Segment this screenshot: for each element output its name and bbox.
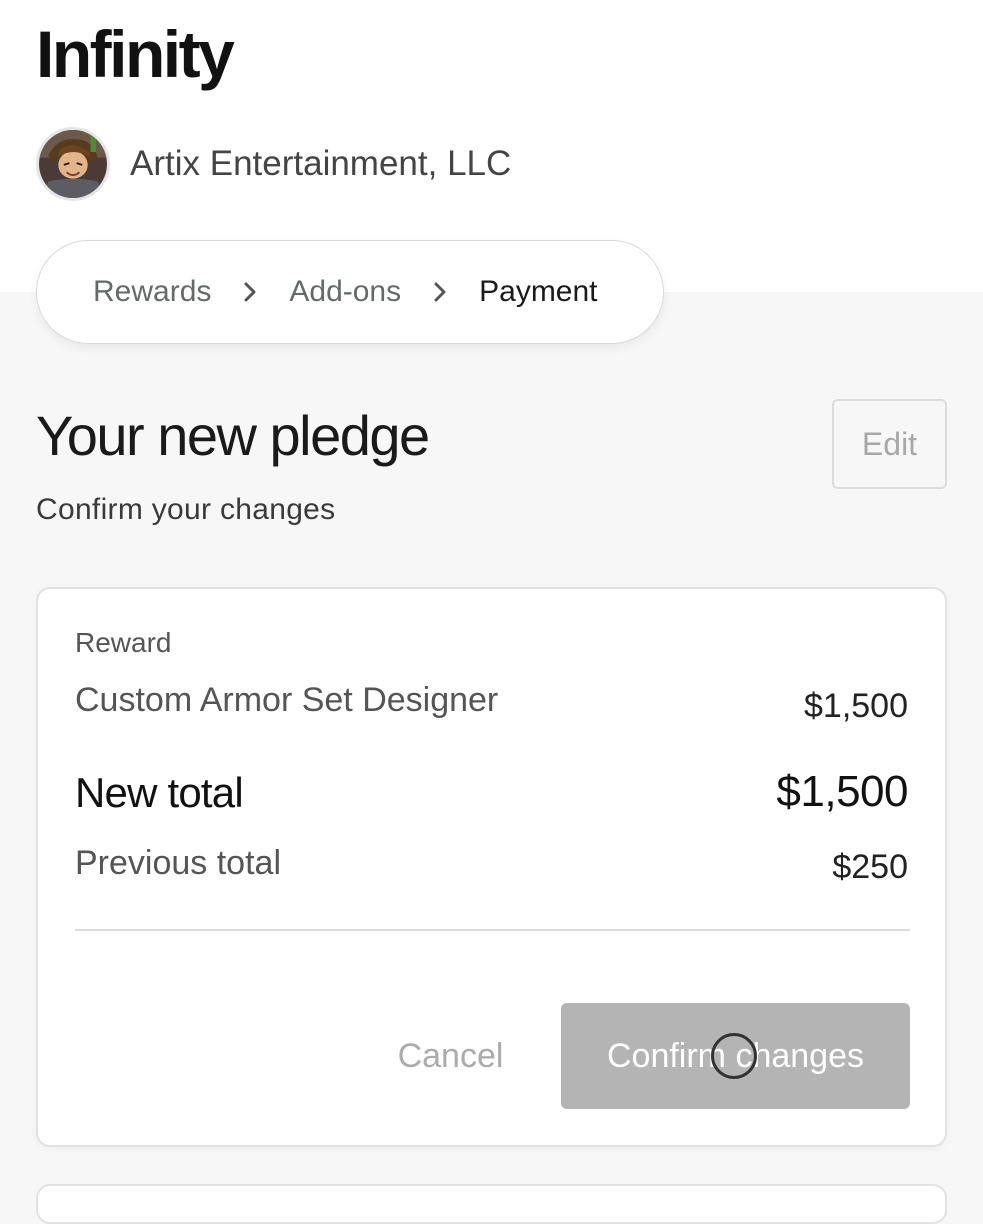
- confirm-changes-label: Confirm changes: [606, 1036, 864, 1075]
- creator-avatar[interactable]: [36, 127, 110, 201]
- creator-name[interactable]: Artix Entertainment, LLC: [130, 144, 511, 184]
- pledge-title: Your new pledge: [36, 404, 430, 467]
- pledge-subtitle: Confirm your changes: [36, 493, 336, 526]
- divider: [75, 929, 910, 931]
- reward-name: Custom Armor Set Designer: [75, 681, 499, 719]
- chevron-right-icon: [241, 281, 259, 303]
- pledge-summary-card: Reward Custom Armor Set Designer $1,500 …: [36, 587, 947, 1147]
- breadcrumb-payment[interactable]: Payment: [479, 275, 597, 309]
- edit-button[interactable]: Edit: [832, 399, 947, 489]
- breadcrumb-add-ons[interactable]: Add-ons: [289, 275, 401, 309]
- next-section-card: [36, 1184, 947, 1224]
- creator-row[interactable]: Artix Entertainment, LLC: [36, 127, 511, 201]
- chevron-right-icon: [431, 281, 449, 303]
- previous-total-value: $250: [832, 848, 908, 886]
- reward-label: Reward: [75, 627, 172, 658]
- new-total-value: $1,500: [776, 767, 908, 816]
- cancel-button[interactable]: Cancel: [368, 1003, 533, 1109]
- confirm-changes-button[interactable]: Confirm changes: [561, 1003, 910, 1109]
- checkout-breadcrumb: Rewards Add-ons Payment: [36, 240, 664, 344]
- breadcrumb-rewards[interactable]: Rewards: [93, 275, 211, 309]
- previous-total-label: Previous total: [75, 844, 281, 882]
- project-header: Infinity Artix Entertainment, LLC: [0, 0, 983, 238]
- avatar-image: [39, 130, 107, 198]
- project-title: Infinity: [36, 17, 235, 91]
- reward-price: $1,500: [804, 687, 908, 725]
- new-total-label: New total: [75, 769, 244, 816]
